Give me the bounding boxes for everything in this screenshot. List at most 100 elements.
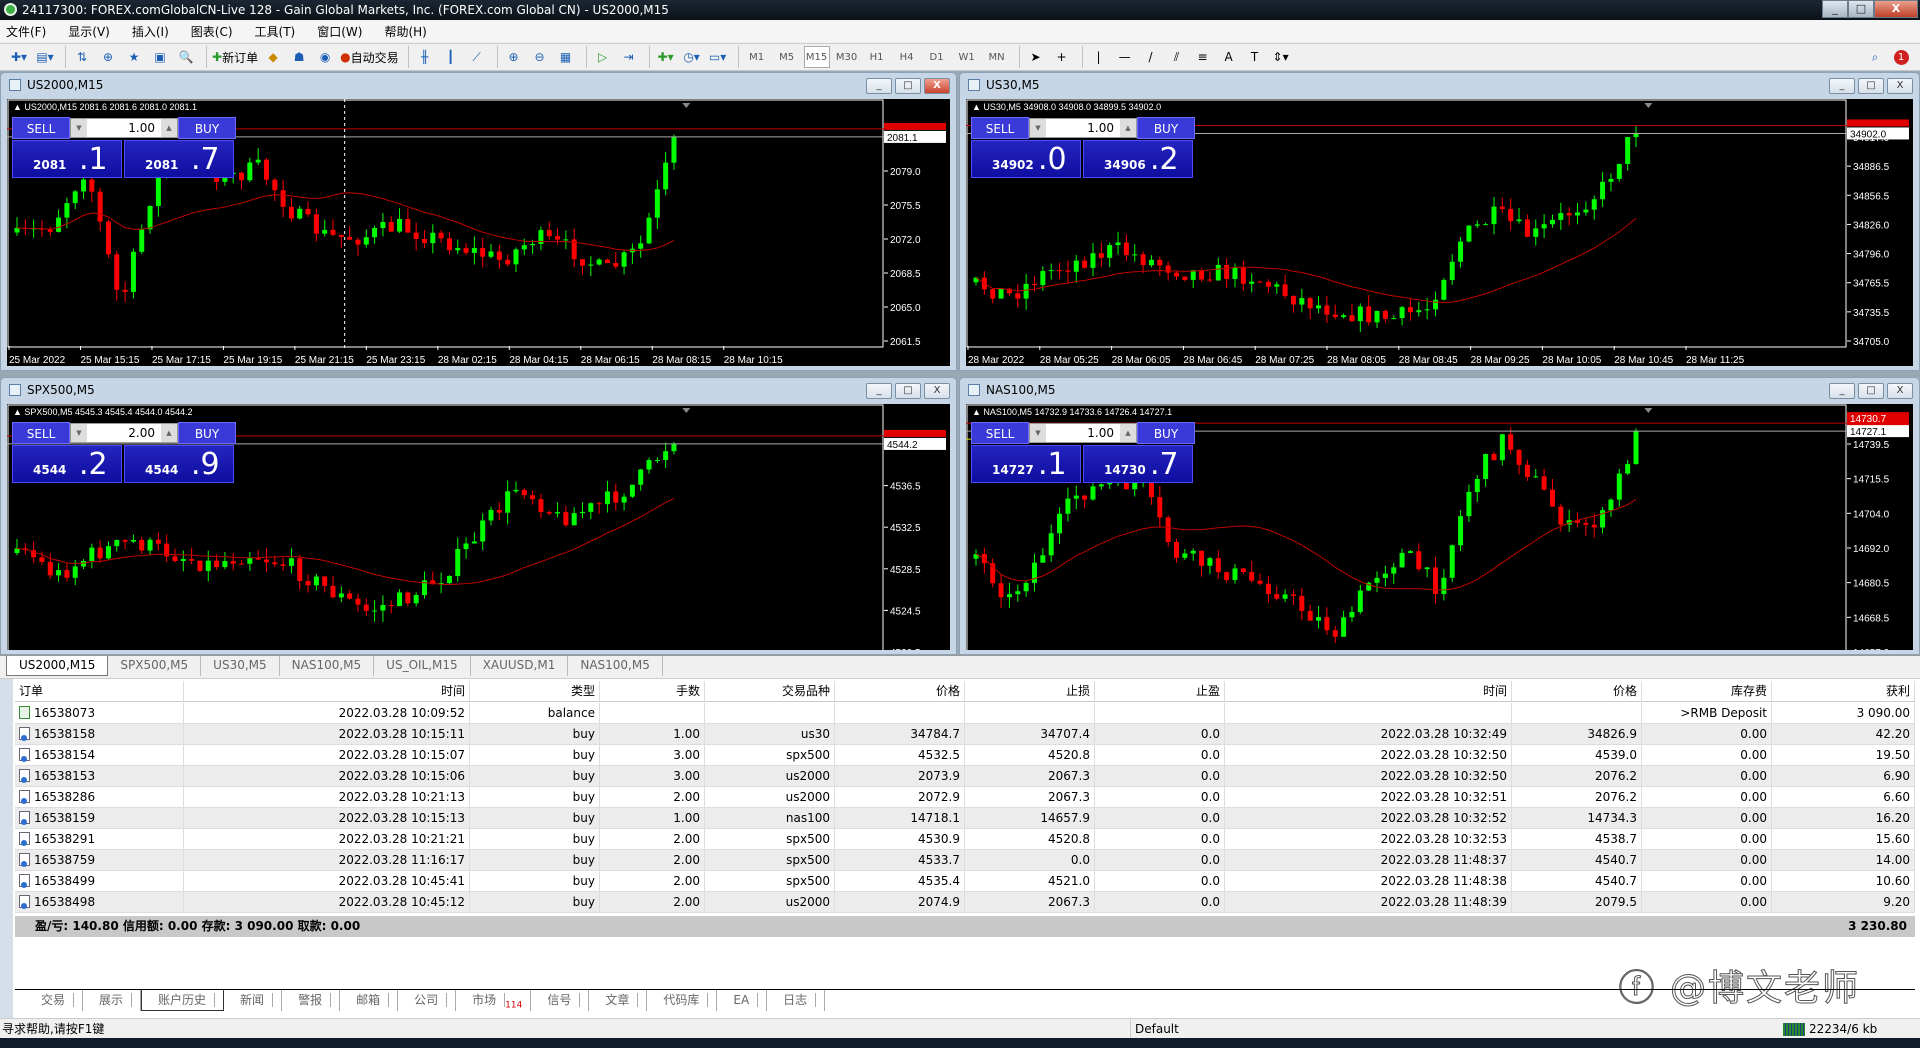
table-row[interactable]: 16538158 2022.03.28 10:15:11 buy 1.00 us30 34… xyxy=(15,724,1915,745)
indicators-icon[interactable]: ✚▾ xyxy=(655,46,677,68)
terminal-tab[interactable]: 交易 xyxy=(25,990,84,1011)
sell-price-button[interactable]: 34902 .0 xyxy=(971,140,1081,178)
chart-tab[interactable]: NAS100,M5 xyxy=(280,656,375,676)
column-header[interactable]: 价格 xyxy=(1512,681,1642,701)
sell-button[interactable]: SELL xyxy=(12,422,70,444)
close-chart-button[interactable]: X xyxy=(1887,78,1913,94)
chart-tab[interactable]: SPX500,M5 xyxy=(108,656,202,676)
lot-decrease-button[interactable]: ▼ xyxy=(1030,119,1046,137)
terminal-tab[interactable]: 信号 xyxy=(531,990,590,1011)
sell-price-button[interactable]: 2081 .1 xyxy=(12,140,122,178)
menu-item[interactable]: 工具(T) xyxy=(255,23,296,40)
chart-tab[interactable]: XAUUSD,M1 xyxy=(471,656,569,676)
strategy-tester-icon[interactable]: 🔍 xyxy=(175,46,197,68)
search-icon[interactable]: ⌕ xyxy=(1864,46,1886,68)
navigator-icon[interactable]: ★ xyxy=(123,46,145,68)
notification-icon[interactable]: 1 xyxy=(1890,46,1912,68)
equidistant-channel-icon[interactable]: ⫽ xyxy=(1166,46,1188,68)
timeframe-h4[interactable]: H4 xyxy=(894,46,920,68)
chart-window[interactable]: US2000,M15_□X2082.52079.02075.52072.0206… xyxy=(0,72,957,371)
column-header[interactable]: 时间 xyxy=(184,681,470,701)
restore-chart-button[interactable]: □ xyxy=(1858,78,1884,94)
market-watch-icon[interactable]: ⇅ xyxy=(71,46,93,68)
timeframe-mn[interactable]: MN xyxy=(984,46,1010,68)
terminal-tab[interactable]: EA xyxy=(717,990,768,1011)
minimize-chart-button[interactable]: _ xyxy=(1829,78,1855,94)
menu-item[interactable]: 文件(F) xyxy=(6,23,46,40)
timeframe-m15[interactable]: M15 xyxy=(803,46,830,68)
buy-button[interactable]: BUY xyxy=(1137,117,1195,139)
periods-icon[interactable]: ◷▾ xyxy=(681,46,703,68)
maximize-button[interactable]: □ xyxy=(1848,0,1874,18)
column-header[interactable]: 订单 xyxy=(15,681,184,701)
menu-item[interactable]: 帮助(H) xyxy=(384,23,426,40)
table-row[interactable]: 16538286 2022.03.28 10:21:13 buy 2.00 us2000… xyxy=(15,787,1915,808)
zoom-out-icon[interactable]: ⊖ xyxy=(529,46,551,68)
column-header[interactable]: 交易品种 xyxy=(705,681,835,701)
horizontal-line-icon[interactable]: — xyxy=(1114,46,1136,68)
lot-decrease-button[interactable]: ▼ xyxy=(71,424,87,442)
table-row[interactable]: 16538153 2022.03.28 10:15:06 buy 3.00 us2000… xyxy=(15,766,1915,787)
column-header[interactable]: 手数 xyxy=(600,681,705,701)
menu-item[interactable]: 图表(C) xyxy=(191,23,233,40)
text-icon[interactable]: A xyxy=(1218,46,1240,68)
buy-button[interactable]: BUY xyxy=(178,422,236,444)
terminal-tab[interactable]: 警报 xyxy=(282,990,341,1011)
sell-button[interactable]: SELL xyxy=(971,117,1029,139)
column-header[interactable]: 止损 xyxy=(965,681,1095,701)
menu-item[interactable]: 插入(I) xyxy=(132,23,169,40)
close-chart-button[interactable]: X xyxy=(924,383,950,399)
column-header[interactable]: 库存费 xyxy=(1642,681,1772,701)
column-header[interactable]: 止盈 xyxy=(1095,681,1225,701)
lot-increase-button[interactable]: ▲ xyxy=(1120,424,1136,442)
bar-chart-icon[interactable]: ╫ xyxy=(414,46,436,68)
buy-price-button[interactable]: 4544 .9 xyxy=(124,445,234,483)
chart-tab[interactable]: US2000,M15 xyxy=(6,656,109,676)
lot-increase-button[interactable]: ▲ xyxy=(161,119,177,137)
terminal-tab[interactable]: 新闻 xyxy=(224,990,283,1011)
tile-windows-icon[interactable]: ▦ xyxy=(555,46,577,68)
lot-decrease-button[interactable]: ▼ xyxy=(71,119,87,137)
arrows-icon[interactable]: ⇕▾ xyxy=(1270,46,1292,68)
data-window-icon[interactable]: ⊕ xyxy=(97,46,119,68)
buy-price-button[interactable]: 14730 .7 xyxy=(1083,445,1193,483)
candlestick-icon[interactable]: ┃ xyxy=(440,46,462,68)
new-order-button[interactable]: ✚ 新订单 xyxy=(212,46,258,68)
timeframe-h1[interactable]: H1 xyxy=(864,46,890,68)
terminal-tab[interactable]: 代码库 xyxy=(647,990,718,1011)
chart-window[interactable]: SPX500,M5_□X4540.54536.54532.54528.54524… xyxy=(0,377,957,655)
chart-tab[interactable]: NAS100,M5 xyxy=(568,656,663,676)
vps-icon[interactable]: ☗ xyxy=(288,46,310,68)
sell-button[interactable]: SELL xyxy=(12,117,70,139)
timeframe-m1[interactable]: M1 xyxy=(744,46,770,68)
trendline-icon[interactable]: / xyxy=(1140,46,1162,68)
table-row[interactable]: 16538073 2022.03.28 10:09:52 balance >RMB D… xyxy=(15,703,1915,724)
menu-item[interactable]: 显示(V) xyxy=(68,23,110,40)
lot-size-input[interactable]: ▼ 1.00 ▲ xyxy=(70,118,178,138)
timeframe-m30[interactable]: M30 xyxy=(834,46,860,68)
terminal-icon[interactable]: ▣ xyxy=(149,46,171,68)
close-chart-button[interactable]: X xyxy=(924,78,950,94)
terminal-tab[interactable]: 邮箱 xyxy=(340,990,399,1011)
sell-price-button[interactable]: 14727 .1 xyxy=(971,445,1081,483)
signals-icon[interactable]: ◉ xyxy=(314,46,336,68)
chart-plot[interactable]: 34917.034886.534856.534826.034796.034765… xyxy=(966,99,1913,366)
restore-chart-button[interactable]: □ xyxy=(895,383,921,399)
timeframe-m5[interactable]: M5 xyxy=(774,46,800,68)
column-header[interactable]: 类型 xyxy=(470,681,600,701)
timeframe-d1[interactable]: D1 xyxy=(924,46,950,68)
close-button[interactable]: X xyxy=(1874,0,1918,18)
restore-chart-button[interactable]: □ xyxy=(1858,383,1884,399)
cursor-icon[interactable]: ➤ xyxy=(1025,46,1047,68)
chart-plot[interactable]: 4540.54536.54532.54528.54524.54520.54544… xyxy=(7,404,950,650)
sell-button[interactable]: SELL xyxy=(971,422,1029,444)
minimize-chart-button[interactable]: _ xyxy=(1829,383,1855,399)
buy-button[interactable]: BUY xyxy=(1137,422,1195,444)
buy-price-button[interactable]: 2081 .7 xyxy=(124,140,234,178)
menu-item[interactable]: 窗口(W) xyxy=(317,23,362,40)
profiles-icon[interactable]: ▤▾ xyxy=(34,46,56,68)
chart-plot[interactable]: 2082.52079.02075.52072.02068.52065.02061… xyxy=(7,99,950,366)
templates-icon[interactable]: ▭▾ xyxy=(707,46,729,68)
buy-button[interactable]: BUY xyxy=(178,117,236,139)
close-chart-button[interactable]: X xyxy=(1887,383,1913,399)
